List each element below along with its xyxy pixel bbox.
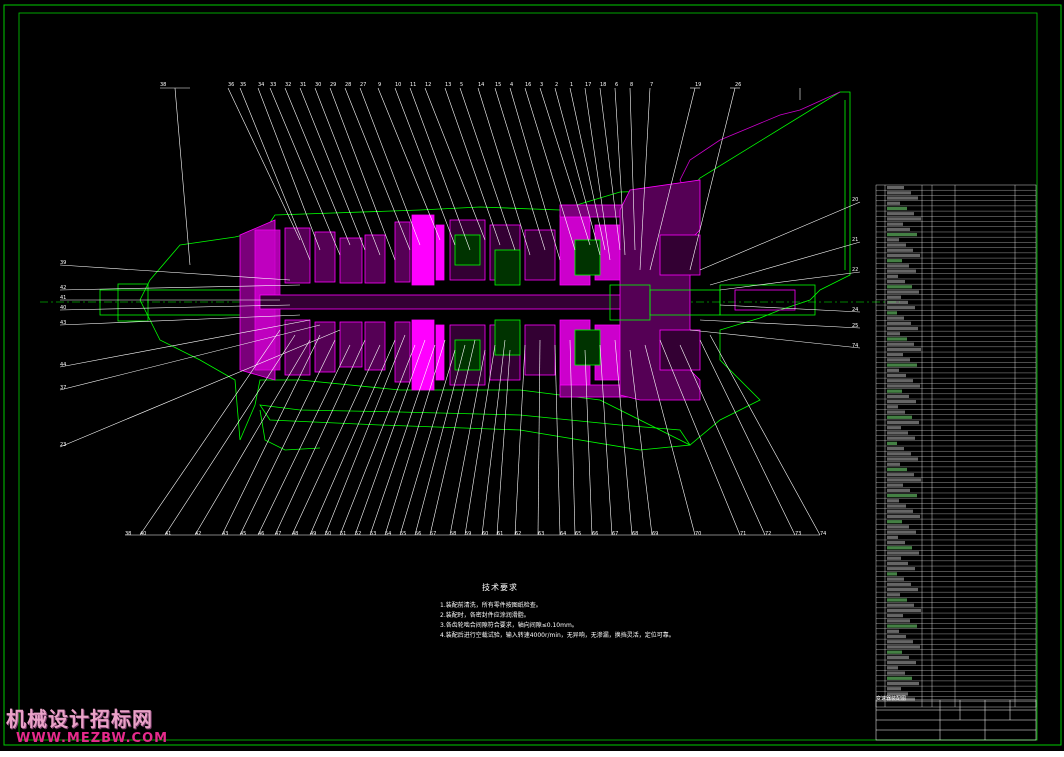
callout-number: 4 [510, 82, 513, 88]
callout-number: 1 [570, 82, 573, 88]
callout-number: 6 [615, 82, 618, 88]
callout-number: 41 [60, 295, 66, 301]
callout-number: 12 [425, 82, 431, 88]
callout-number: 29 [330, 82, 336, 88]
callout-number: 9 [378, 82, 381, 88]
callout-number: 54 [385, 531, 391, 537]
callout-number: 67 [612, 531, 618, 537]
callout-number: 36 [228, 82, 234, 88]
callout-number: 52 [355, 531, 361, 537]
callout-labels: 38 36 35 34 33 32 31 30 29 28 27 9 10 11 12 13 5 14 15 4 16 3… [60, 82, 858, 537]
callout-number: 68 [632, 531, 638, 537]
callout-number: 55 [400, 531, 406, 537]
technical-requirements: 技术要求 1.装配前清洗，所有零件按图纸检查。 2.装配时，各密封件应涂润滑脂。… [440, 583, 675, 641]
callout-number: 42 [195, 531, 201, 537]
callout-number: 41 [165, 531, 171, 537]
callout-number: 8 [630, 82, 633, 88]
callout-number: 30 [315, 82, 321, 88]
callout-number: 7 [650, 82, 653, 88]
callout-number: 65 [575, 531, 581, 537]
callout-number: 72 [765, 531, 771, 537]
callout-number: 47 [275, 531, 281, 537]
transmission-section [40, 91, 900, 451]
callout-number: 46 [258, 531, 264, 537]
callout-number: 60 [482, 531, 488, 537]
callout-number: 42 [60, 285, 66, 291]
callout-number: 15 [495, 82, 501, 88]
callout-number: 57 [430, 531, 436, 537]
callout-number: 13 [445, 82, 451, 88]
callout-number: 40 [60, 305, 66, 311]
callout-number: 17 [585, 82, 591, 88]
tech-note: 2.装配时，各密封件应涂润滑脂。 [440, 612, 530, 619]
callout-number: 28 [345, 82, 351, 88]
tech-note: 4.装配后进行空载试验，输入转速4000r/min，无异响，无渗漏，换挡灵活，定… [440, 632, 675, 639]
callout-number: 27 [360, 82, 366, 88]
callout-number: 66 [592, 531, 598, 537]
callout-number: 40 [140, 531, 146, 537]
callout-number: 38 [160, 82, 166, 88]
bottom-bar [0, 751, 1064, 757]
callout-number: 51 [340, 531, 346, 537]
watermark-url: WWW.MEZBW.COM [16, 731, 169, 746]
callout-number: 34 [258, 82, 264, 88]
callout-number: 21 [852, 237, 858, 243]
callout-number: 61 [497, 531, 503, 537]
callout-number: 31 [300, 82, 306, 88]
callout-number: 43 [222, 531, 228, 537]
callout-number: 3 [540, 82, 543, 88]
watermark-name: 机械设计招标网 [6, 707, 153, 731]
callout-number: 49 [310, 531, 316, 537]
callout-number: 33 [270, 82, 276, 88]
tech-title: 技术要求 [482, 583, 518, 592]
callout-number: 5 [460, 82, 463, 88]
callout-number: 19 [695, 82, 701, 88]
callout-number: 50 [325, 531, 331, 537]
callout-number: 64 [560, 531, 566, 537]
callout-number: 70 [695, 531, 701, 537]
callout-number: 38 [125, 531, 131, 537]
callout-number: 56 [415, 531, 421, 537]
callout-number: 59 [465, 531, 471, 537]
callout-number: 23 [60, 442, 66, 448]
callout-number: 14 [478, 82, 484, 88]
callout-number: 16 [525, 82, 531, 88]
callout-number: 71 [740, 531, 746, 537]
callout-number: 73 [795, 531, 801, 537]
callout-number: 11 [410, 82, 416, 88]
callout-number: 24 [852, 307, 858, 313]
callout-number: 62 [515, 531, 521, 537]
bom-table [875, 184, 1037, 708]
callout-number: 48 [292, 531, 298, 537]
callout-number: 20 [852, 197, 858, 203]
leader-lines [59, 87, 861, 536]
callout-number: 18 [600, 82, 606, 88]
callout-number: 37 [60, 385, 66, 391]
callout-number: 74 [852, 343, 858, 349]
callout-number: 39 [60, 260, 66, 266]
callout-number: 2 [555, 82, 558, 88]
watermark: 机械设计招标网 WWW.MEZBW.COM [6, 703, 167, 746]
callout-number: 45 [240, 531, 246, 537]
output-shaft [719, 284, 816, 316]
titleblock-label: 变速器装配图 [876, 696, 907, 702]
tech-note: 3.各齿轮啮合间隙符合要求，轴向间隙≤0.10mm。 [440, 622, 578, 629]
callout-number: 10 [395, 82, 401, 88]
callout-number: 69 [652, 531, 658, 537]
callout-number: 44 [60, 362, 66, 368]
callout-number: 63 [538, 531, 544, 537]
tech-note: 1.装配前清洗，所有零件按图纸检查。 [440, 602, 542, 609]
callout-number: 53 [370, 531, 376, 537]
callout-number: 74 [820, 531, 826, 537]
callout-number: 25 [852, 323, 858, 329]
cad-drawing: 38 36 35 34 33 32 31 30 29 28 27 9 10 11 12 13 5 14 15 4 16 3… [3, 4, 1062, 746]
callout-number: 22 [852, 267, 858, 273]
callout-number: 43 [60, 320, 66, 326]
callout-number: 26 [735, 82, 741, 88]
callout-number: 32 [285, 82, 291, 88]
title-block [875, 699, 1037, 741]
input-shaft [99, 289, 261, 316]
callout-number: 35 [240, 82, 246, 88]
callout-number: 58 [450, 531, 456, 537]
